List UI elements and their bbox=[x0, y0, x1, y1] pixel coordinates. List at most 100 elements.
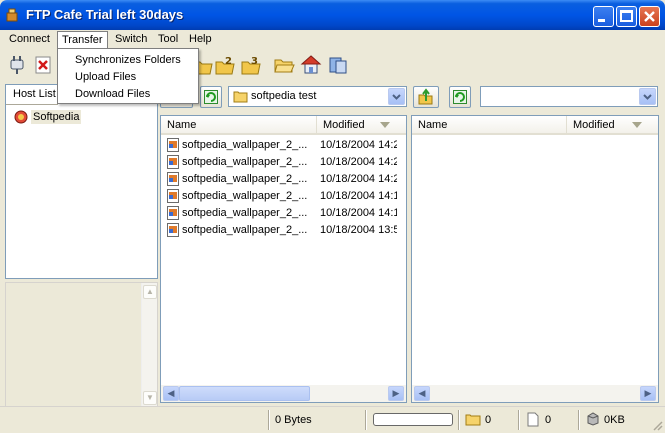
local-file-list: Name Modified softpedia_wallpaper_2_... … bbox=[160, 115, 407, 403]
remote-path-combo[interactable] bbox=[480, 86, 658, 107]
local-path-dropdown[interactable] bbox=[388, 88, 405, 105]
scroll-left-icon[interactable]: ◀ bbox=[414, 386, 430, 401]
chevron-down-icon bbox=[392, 94, 401, 100]
remote-horizontal-scrollbar[interactable]: ◀ ▶ bbox=[412, 385, 658, 402]
file-name: softpedia_wallpaper_2_... bbox=[182, 155, 308, 168]
bookmark-3-icon[interactable]: 3 bbox=[240, 54, 262, 76]
status-divider bbox=[518, 410, 520, 430]
file-icon bbox=[527, 412, 539, 427]
file-row[interactable]: softpedia_wallpaper_2_... 10/18/2004 13:… bbox=[167, 221, 397, 238]
upload-arrow-icon bbox=[418, 88, 433, 105]
host-item-softpedia[interactable]: Softpedia bbox=[14, 109, 82, 125]
log-scrollbar[interactable]: ▲ ▼ bbox=[141, 283, 157, 407]
menu-bar: Connect Transfer Switch Tool Help bbox=[0, 30, 665, 49]
file-modified: 10/18/2004 14:25 bbox=[320, 155, 397, 168]
status-size: 0KB bbox=[604, 414, 625, 426]
close-button[interactable] bbox=[639, 6, 660, 27]
title-bar: FTP Cafe Trial left 30days bbox=[0, 0, 665, 30]
column-header-name[interactable]: Name bbox=[161, 116, 317, 135]
log-pane: ▲ ▼ bbox=[5, 282, 158, 408]
refresh-icon bbox=[204, 90, 218, 104]
file-modified: 10/18/2004 14:22 bbox=[320, 172, 397, 185]
column-header-name[interactable]: Name bbox=[412, 116, 567, 135]
file-row[interactable]: softpedia_wallpaper_2_... 10/18/2004 14:… bbox=[167, 136, 397, 153]
menu-switch[interactable]: Switch bbox=[111, 31, 151, 48]
status-bytes: 0 Bytes bbox=[275, 414, 312, 426]
svg-text:2: 2 bbox=[225, 56, 232, 67]
file-modified: 10/18/2004 14:26 bbox=[320, 138, 397, 151]
column-header-modified-label: Modified bbox=[573, 119, 615, 131]
status-bar: 0 Bytes 0 0 0KB bbox=[0, 406, 665, 433]
status-divider bbox=[365, 410, 367, 430]
menu-item-download-files[interactable]: Download Files bbox=[58, 86, 198, 103]
host-list-pane: Host List Softpedia bbox=[5, 84, 158, 279]
network-icon[interactable] bbox=[327, 54, 349, 76]
scroll-right-icon[interactable]: ▶ bbox=[388, 386, 404, 401]
menu-help[interactable]: Help bbox=[185, 31, 216, 48]
file-row[interactable]: softpedia_wallpaper_2_... 10/18/2004 14:… bbox=[167, 170, 397, 187]
file-name: softpedia_wallpaper_2_... bbox=[182, 189, 308, 202]
file-name: softpedia_wallpaper_2_... bbox=[182, 223, 308, 236]
menu-tool[interactable]: Tool bbox=[154, 31, 182, 48]
disk-icon bbox=[587, 412, 599, 426]
sort-descending-icon bbox=[380, 122, 390, 128]
window-title: FTP Cafe Trial left 30days bbox=[26, 7, 184, 22]
scroll-down-icon[interactable]: ▼ bbox=[143, 391, 157, 405]
file-name: softpedia_wallpaper_2_... bbox=[182, 172, 308, 185]
remote-refresh-button[interactable] bbox=[449, 86, 471, 108]
image-file-icon bbox=[167, 222, 179, 237]
tab-host-list[interactable]: Host List bbox=[6, 85, 58, 105]
minimize-button[interactable] bbox=[593, 6, 614, 27]
maximize-icon bbox=[620, 10, 633, 22]
transfer-progress-bar bbox=[373, 413, 453, 426]
status-divider bbox=[268, 410, 270, 430]
file-row[interactable]: softpedia_wallpaper_2_... 10/18/2004 14:… bbox=[167, 153, 397, 170]
disconnect-icon[interactable] bbox=[32, 54, 54, 76]
local-refresh-button[interactable] bbox=[200, 86, 222, 108]
menu-transfer[interactable]: Transfer bbox=[57, 31, 108, 48]
column-header-modified-label: Modified bbox=[323, 119, 365, 131]
chevron-down-icon bbox=[643, 94, 652, 100]
refresh-icon bbox=[453, 90, 467, 104]
home-icon[interactable] bbox=[300, 54, 322, 76]
image-file-icon bbox=[167, 205, 179, 220]
remote-up-button[interactable] bbox=[413, 86, 439, 108]
status-divider bbox=[458, 410, 460, 430]
resize-grip-icon[interactable] bbox=[651, 419, 663, 431]
remote-path-dropdown[interactable] bbox=[639, 88, 656, 105]
menu-item-upload-files[interactable]: Upload Files bbox=[58, 69, 198, 86]
folder-icon bbox=[465, 414, 481, 426]
close-icon bbox=[644, 11, 655, 22]
folder-icon bbox=[233, 91, 248, 103]
scroll-right-icon[interactable]: ▶ bbox=[640, 386, 656, 401]
scroll-thumb[interactable] bbox=[179, 386, 310, 401]
column-header-modified[interactable]: Modified bbox=[567, 116, 658, 135]
image-file-icon bbox=[167, 137, 179, 152]
file-row[interactable]: softpedia_wallpaper_2_... 10/18/2004 14:… bbox=[167, 204, 397, 221]
local-horizontal-scrollbar[interactable]: ◀ ▶ bbox=[161, 385, 406, 402]
menu-item-synchronize-folders[interactable]: Synchronizes Folders bbox=[58, 52, 198, 69]
connect-plug-icon[interactable] bbox=[6, 54, 28, 76]
file-row[interactable]: softpedia_wallpaper_2_... 10/18/2004 14:… bbox=[167, 187, 397, 204]
status-file-count: 0 bbox=[545, 414, 552, 426]
bookmark-2-icon[interactable]: 2 bbox=[214, 54, 236, 76]
scroll-left-icon[interactable]: ◀ bbox=[163, 386, 179, 401]
transfer-menu-dropdown: Synchronizes Folders Upload Files Downlo… bbox=[57, 48, 199, 104]
remote-file-list: Name Modified ◀ ▶ bbox=[411, 115, 659, 403]
open-folder-icon[interactable] bbox=[273, 54, 295, 76]
status-folder-count: 0 bbox=[485, 414, 492, 426]
file-modified: 10/18/2004 14:13 bbox=[320, 189, 397, 202]
host-item-label: Softpedia bbox=[31, 110, 82, 124]
image-file-icon bbox=[167, 154, 179, 169]
file-name: softpedia_wallpaper_2_... bbox=[182, 138, 308, 151]
app-icon bbox=[6, 8, 18, 22]
file-modified: 10/18/2004 14:12 bbox=[320, 206, 397, 219]
file-name: softpedia_wallpaper_2_... bbox=[182, 206, 308, 219]
maximize-button[interactable] bbox=[616, 6, 637, 27]
file-modified: 10/18/2004 13:56 bbox=[320, 223, 397, 236]
menu-connect[interactable]: Connect bbox=[5, 31, 54, 48]
scroll-up-icon[interactable]: ▲ bbox=[143, 285, 157, 299]
column-header-modified[interactable]: Modified bbox=[317, 116, 406, 135]
local-path-combo[interactable]: softpedia test bbox=[228, 86, 407, 107]
status-divider bbox=[578, 410, 580, 430]
